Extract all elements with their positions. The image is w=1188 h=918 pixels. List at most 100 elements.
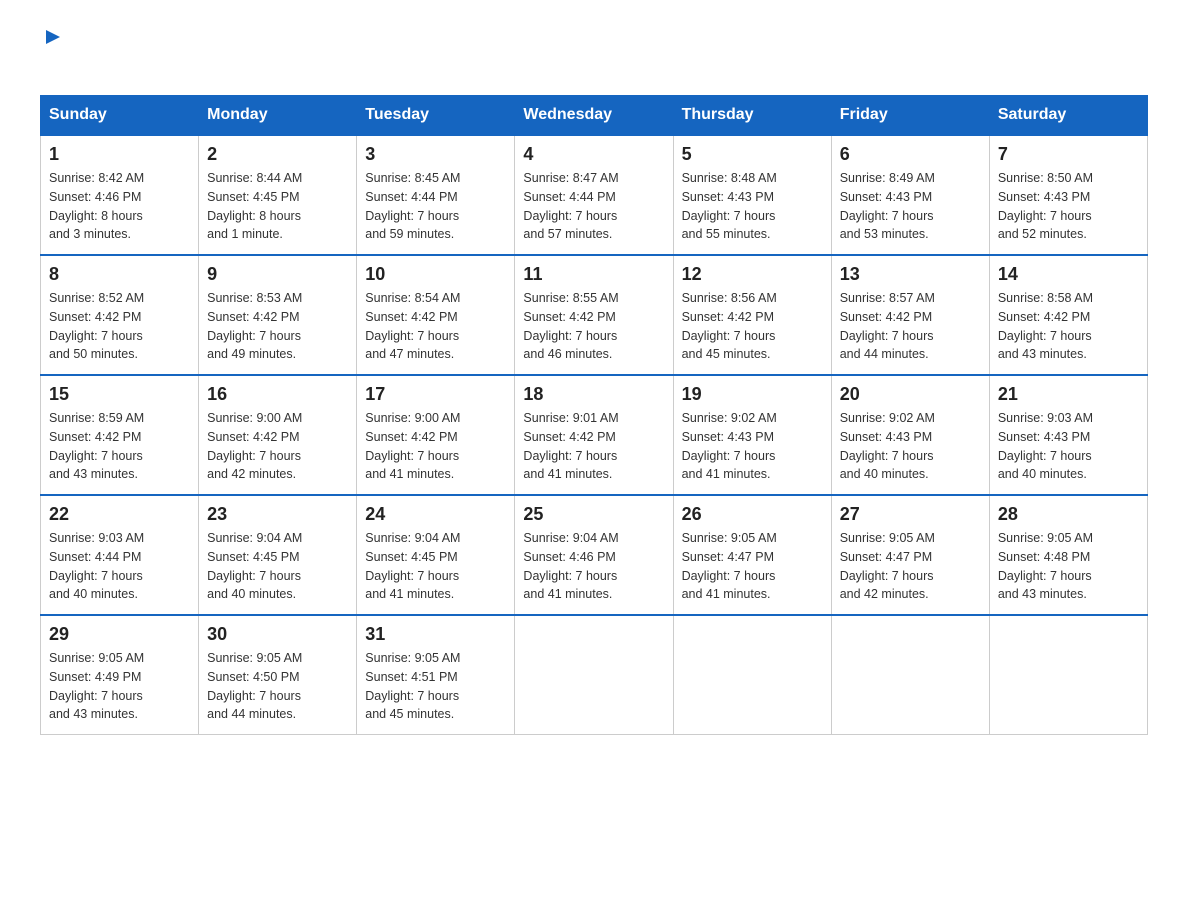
logo-icon	[42, 26, 64, 48]
day-info: Sunrise: 9:05 AMSunset: 4:48 PMDaylight:…	[998, 531, 1093, 601]
calendar-cell: 27 Sunrise: 9:05 AMSunset: 4:47 PMDaylig…	[831, 495, 989, 615]
calendar-cell	[673, 615, 831, 735]
day-number: 18	[523, 384, 664, 405]
calendar-cell: 3 Sunrise: 8:45 AMSunset: 4:44 PMDayligh…	[357, 135, 515, 255]
calendar-cell: 26 Sunrise: 9:05 AMSunset: 4:47 PMDaylig…	[673, 495, 831, 615]
day-info: Sunrise: 9:02 AMSunset: 4:43 PMDaylight:…	[840, 411, 935, 481]
day-number: 9	[207, 264, 348, 285]
calendar-cell: 14 Sunrise: 8:58 AMSunset: 4:42 PMDaylig…	[989, 255, 1147, 375]
day-info: Sunrise: 9:03 AMSunset: 4:43 PMDaylight:…	[998, 411, 1093, 481]
day-number: 26	[682, 504, 823, 525]
calendar-week-row: 8 Sunrise: 8:52 AMSunset: 4:42 PMDayligh…	[41, 255, 1148, 375]
calendar-cell: 15 Sunrise: 8:59 AMSunset: 4:42 PMDaylig…	[41, 375, 199, 495]
day-number: 21	[998, 384, 1139, 405]
day-info: Sunrise: 8:45 AMSunset: 4:44 PMDaylight:…	[365, 171, 460, 241]
calendar-cell: 1 Sunrise: 8:42 AMSunset: 4:46 PMDayligh…	[41, 135, 199, 255]
day-info: Sunrise: 8:52 AMSunset: 4:42 PMDaylight:…	[49, 291, 144, 361]
day-info: Sunrise: 8:49 AMSunset: 4:43 PMDaylight:…	[840, 171, 935, 241]
day-info: Sunrise: 8:56 AMSunset: 4:42 PMDaylight:…	[682, 291, 777, 361]
calendar-table: SundayMondayTuesdayWednesdayThursdayFrid…	[40, 95, 1148, 735]
day-info: Sunrise: 9:05 AMSunset: 4:49 PMDaylight:…	[49, 651, 144, 721]
day-info: Sunrise: 9:01 AMSunset: 4:42 PMDaylight:…	[523, 411, 618, 481]
calendar-cell: 4 Sunrise: 8:47 AMSunset: 4:44 PMDayligh…	[515, 135, 673, 255]
day-number: 28	[998, 504, 1139, 525]
day-info: Sunrise: 9:04 AMSunset: 4:45 PMDaylight:…	[207, 531, 302, 601]
day-info: Sunrise: 9:04 AMSunset: 4:45 PMDaylight:…	[365, 531, 460, 601]
day-number: 1	[49, 144, 190, 165]
page-header	[40, 30, 1148, 75]
day-number: 15	[49, 384, 190, 405]
calendar-cell: 20 Sunrise: 9:02 AMSunset: 4:43 PMDaylig…	[831, 375, 989, 495]
day-info: Sunrise: 9:05 AMSunset: 4:51 PMDaylight:…	[365, 651, 460, 721]
calendar-cell: 5 Sunrise: 8:48 AMSunset: 4:43 PMDayligh…	[673, 135, 831, 255]
calendar-cell: 21 Sunrise: 9:03 AMSunset: 4:43 PMDaylig…	[989, 375, 1147, 495]
day-number: 17	[365, 384, 506, 405]
calendar-cell: 28 Sunrise: 9:05 AMSunset: 4:48 PMDaylig…	[989, 495, 1147, 615]
calendar-cell: 24 Sunrise: 9:04 AMSunset: 4:45 PMDaylig…	[357, 495, 515, 615]
day-info: Sunrise: 8:47 AMSunset: 4:44 PMDaylight:…	[523, 171, 618, 241]
calendar-cell	[831, 615, 989, 735]
day-number: 16	[207, 384, 348, 405]
calendar-cell: 25 Sunrise: 9:04 AMSunset: 4:46 PMDaylig…	[515, 495, 673, 615]
day-number: 19	[682, 384, 823, 405]
day-number: 20	[840, 384, 981, 405]
day-info: Sunrise: 9:05 AMSunset: 4:47 PMDaylight:…	[840, 531, 935, 601]
day-info: Sunrise: 8:54 AMSunset: 4:42 PMDaylight:…	[365, 291, 460, 361]
day-number: 31	[365, 624, 506, 645]
day-info: Sunrise: 9:00 AMSunset: 4:42 PMDaylight:…	[365, 411, 460, 481]
calendar-cell: 29 Sunrise: 9:05 AMSunset: 4:49 PMDaylig…	[41, 615, 199, 735]
calendar-week-row: 29 Sunrise: 9:05 AMSunset: 4:49 PMDaylig…	[41, 615, 1148, 735]
calendar-cell: 2 Sunrise: 8:44 AMSunset: 4:45 PMDayligh…	[199, 135, 357, 255]
day-info: Sunrise: 8:59 AMSunset: 4:42 PMDaylight:…	[49, 411, 144, 481]
day-info: Sunrise: 8:57 AMSunset: 4:42 PMDaylight:…	[840, 291, 935, 361]
day-number: 27	[840, 504, 981, 525]
day-number: 5	[682, 144, 823, 165]
day-number: 29	[49, 624, 190, 645]
calendar-cell: 18 Sunrise: 9:01 AMSunset: 4:42 PMDaylig…	[515, 375, 673, 495]
day-number: 7	[998, 144, 1139, 165]
calendar-cell: 6 Sunrise: 8:49 AMSunset: 4:43 PMDayligh…	[831, 135, 989, 255]
calendar-header-row: SundayMondayTuesdayWednesdayThursdayFrid…	[41, 96, 1148, 136]
day-number: 3	[365, 144, 506, 165]
day-number: 24	[365, 504, 506, 525]
day-number: 10	[365, 264, 506, 285]
day-number: 12	[682, 264, 823, 285]
day-number: 8	[49, 264, 190, 285]
day-number: 22	[49, 504, 190, 525]
day-info: Sunrise: 8:44 AMSunset: 4:45 PMDaylight:…	[207, 171, 302, 241]
day-info: Sunrise: 8:48 AMSunset: 4:43 PMDaylight:…	[682, 171, 777, 241]
day-number: 6	[840, 144, 981, 165]
weekday-header-thursday: Thursday	[673, 96, 831, 136]
calendar-cell: 23 Sunrise: 9:04 AMSunset: 4:45 PMDaylig…	[199, 495, 357, 615]
day-info: Sunrise: 8:55 AMSunset: 4:42 PMDaylight:…	[523, 291, 618, 361]
calendar-cell: 9 Sunrise: 8:53 AMSunset: 4:42 PMDayligh…	[199, 255, 357, 375]
calendar-cell: 10 Sunrise: 8:54 AMSunset: 4:42 PMDaylig…	[357, 255, 515, 375]
day-number: 25	[523, 504, 664, 525]
calendar-cell: 22 Sunrise: 9:03 AMSunset: 4:44 PMDaylig…	[41, 495, 199, 615]
day-info: Sunrise: 9:02 AMSunset: 4:43 PMDaylight:…	[682, 411, 777, 481]
calendar-cell: 12 Sunrise: 8:56 AMSunset: 4:42 PMDaylig…	[673, 255, 831, 375]
day-info: Sunrise: 9:04 AMSunset: 4:46 PMDaylight:…	[523, 531, 618, 601]
weekday-header-tuesday: Tuesday	[357, 96, 515, 136]
weekday-header-monday: Monday	[199, 96, 357, 136]
day-info: Sunrise: 8:50 AMSunset: 4:43 PMDaylight:…	[998, 171, 1093, 241]
calendar-cell: 8 Sunrise: 8:52 AMSunset: 4:42 PMDayligh…	[41, 255, 199, 375]
day-info: Sunrise: 9:03 AMSunset: 4:44 PMDaylight:…	[49, 531, 144, 601]
day-info: Sunrise: 9:00 AMSunset: 4:42 PMDaylight:…	[207, 411, 302, 481]
calendar-cell	[515, 615, 673, 735]
day-info: Sunrise: 8:53 AMSunset: 4:42 PMDaylight:…	[207, 291, 302, 361]
calendar-cell: 19 Sunrise: 9:02 AMSunset: 4:43 PMDaylig…	[673, 375, 831, 495]
day-number: 4	[523, 144, 664, 165]
calendar-cell: 30 Sunrise: 9:05 AMSunset: 4:50 PMDaylig…	[199, 615, 357, 735]
calendar-cell: 13 Sunrise: 8:57 AMSunset: 4:42 PMDaylig…	[831, 255, 989, 375]
day-number: 2	[207, 144, 348, 165]
day-info: Sunrise: 8:58 AMSunset: 4:42 PMDaylight:…	[998, 291, 1093, 361]
day-info: Sunrise: 8:42 AMSunset: 4:46 PMDaylight:…	[49, 171, 144, 241]
calendar-cell: 17 Sunrise: 9:00 AMSunset: 4:42 PMDaylig…	[357, 375, 515, 495]
calendar-cell	[989, 615, 1147, 735]
calendar-body: 1 Sunrise: 8:42 AMSunset: 4:46 PMDayligh…	[41, 135, 1148, 735]
weekday-header-saturday: Saturday	[989, 96, 1147, 136]
calendar-cell: 11 Sunrise: 8:55 AMSunset: 4:42 PMDaylig…	[515, 255, 673, 375]
calendar-cell: 16 Sunrise: 9:00 AMSunset: 4:42 PMDaylig…	[199, 375, 357, 495]
calendar-week-row: 15 Sunrise: 8:59 AMSunset: 4:42 PMDaylig…	[41, 375, 1148, 495]
